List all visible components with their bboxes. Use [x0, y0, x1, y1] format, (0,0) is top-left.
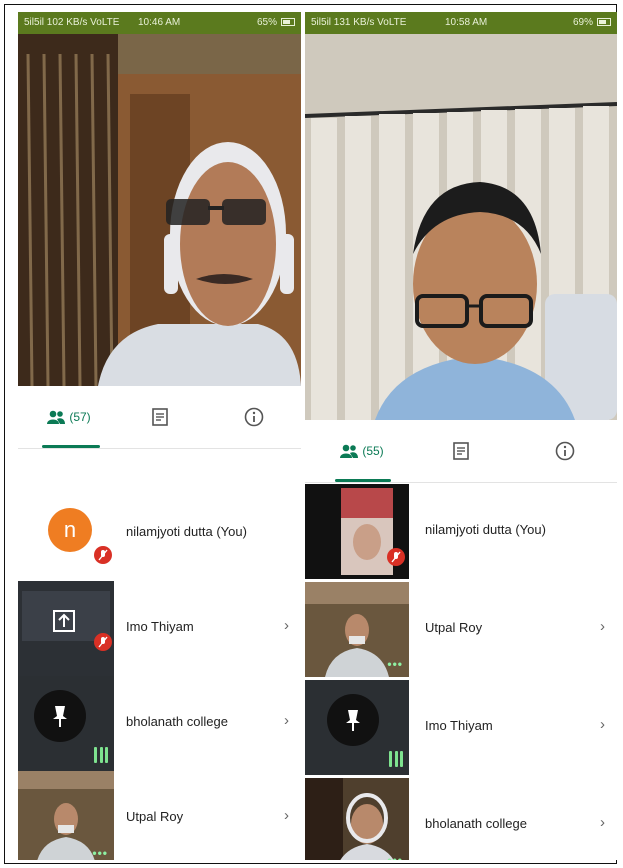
info-icon: [555, 441, 575, 461]
people-icon: [340, 444, 359, 458]
speaker-video-image: [305, 34, 617, 420]
tab-info[interactable]: [553, 438, 577, 464]
participant-thumbnail: [18, 581, 114, 676]
left-phone-screen: 5il5il 102 KB/s VoLTE 10:46 AM 65% (57) …: [18, 12, 301, 860]
tab-people[interactable]: (55): [337, 438, 387, 464]
participant-thumbnail: •••: [305, 778, 409, 860]
participant-name: Utpal Roy: [126, 809, 184, 824]
chevron-right-icon[interactable]: ›: [600, 814, 605, 831]
people-count: (57): [69, 410, 91, 424]
chat-icon: [152, 408, 168, 426]
participant-row[interactable]: Imo Thiyam ›: [18, 581, 301, 676]
more-dots-icon: •••: [92, 846, 108, 860]
participant-row[interactable]: ••• Utpal Roy ›: [18, 771, 301, 860]
participant-thumbnail: [305, 484, 409, 579]
more-dots-icon: •••: [387, 657, 403, 671]
avatar: n: [48, 508, 92, 552]
active-tab-indicator: [42, 445, 100, 448]
tab-bar: (57): [18, 386, 301, 449]
chat-icon: [453, 442, 469, 460]
speaker-video-image: [18, 34, 301, 386]
tab-chat[interactable]: [148, 404, 172, 430]
battery-icon: [597, 18, 611, 26]
people-icon: [47, 410, 66, 424]
chevron-right-icon[interactable]: ›: [284, 807, 289, 824]
mic-off-icon: [387, 548, 405, 566]
chevron-right-icon[interactable]: ›: [284, 617, 289, 634]
audio-level-icon: [94, 747, 108, 763]
pin-icon: [34, 690, 86, 742]
participant-row[interactable]: ••• Utpal Roy ›: [305, 582, 617, 677]
tab-people[interactable]: (57): [44, 404, 94, 430]
tab-bar: (55): [305, 420, 617, 483]
clock: 10:46 AM: [138, 17, 181, 28]
battery-level: 69%: [572, 17, 593, 28]
main-video-feed[interactable]: [18, 34, 301, 386]
participant-row[interactable]: nilamjyoti dutta (You): [305, 484, 617, 579]
participant-name: Imo Thiyam: [425, 718, 493, 733]
main-video-feed[interactable]: [305, 34, 617, 420]
status-bar: 5il5il 102 KB/s VoLTE 10:46 AM 65%: [18, 12, 301, 34]
participant-name: bholanath college: [126, 714, 228, 729]
screen-share-thumbnail: [18, 581, 114, 676]
participant-row[interactable]: Imo Thiyam ›: [305, 680, 617, 775]
battery-icon: [281, 18, 295, 26]
network-status: 5il5il 102 KB/s VoLTE: [24, 17, 120, 28]
participant-thumbnail: n: [18, 486, 114, 581]
participant-name: nilamjyoti dutta (You): [425, 522, 546, 537]
battery-level: 65%: [256, 17, 277, 28]
participant-name: bholanath college: [425, 816, 527, 831]
network-status: 5il5il 131 KB/s VoLTE: [311, 17, 407, 28]
participant-thumbnail: •••: [18, 771, 114, 860]
participant-thumbnail: [18, 676, 114, 771]
clock: 10:58 AM: [445, 17, 488, 28]
participant-row[interactable]: bholanath college ›: [18, 676, 301, 771]
participant-name: Imo Thiyam: [126, 619, 194, 634]
pin-icon: [327, 694, 379, 746]
participant-row[interactable]: ••• bholanath college ›: [305, 778, 617, 860]
people-count: (55): [362, 444, 384, 458]
chevron-right-icon[interactable]: ›: [284, 712, 289, 729]
participant-name: Utpal Roy: [425, 620, 483, 635]
participant-row[interactable]: n nilamjyoti dutta (You): [18, 486, 301, 581]
participant-name: nilamjyoti dutta (You): [126, 524, 247, 539]
audio-level-icon: [389, 751, 403, 767]
active-tab-indicator: [335, 479, 391, 482]
tab-chat[interactable]: [449, 438, 473, 464]
participant-video-image: [305, 778, 409, 860]
right-phone-screen: 5il5il 131 KB/s VoLTE 10:58 AM 69% (55) …: [305, 12, 617, 860]
tab-info[interactable]: [242, 404, 266, 430]
info-icon: [244, 407, 264, 427]
participant-thumbnail: [305, 680, 409, 775]
chevron-right-icon[interactable]: ›: [600, 716, 605, 733]
chevron-right-icon[interactable]: ›: [600, 618, 605, 635]
mic-off-icon: [94, 546, 112, 564]
participant-thumbnail: •••: [305, 582, 409, 677]
mic-off-icon: [94, 633, 112, 651]
status-bar: 5il5il 131 KB/s VoLTE 10:58 AM 69%: [305, 12, 617, 34]
more-dots-icon: •••: [387, 853, 403, 860]
